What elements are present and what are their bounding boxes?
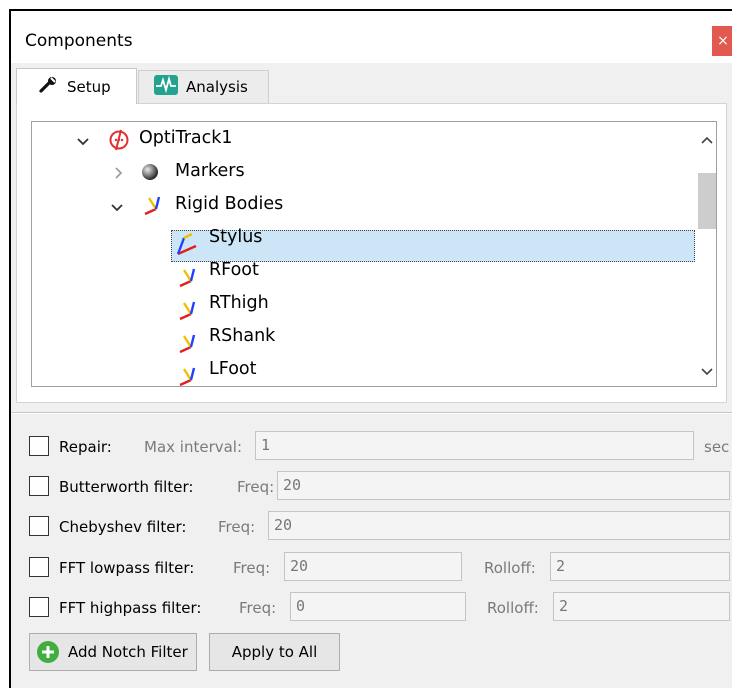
tree-item-lfoot[interactable]: LFoot	[209, 359, 256, 379]
wrench-icon	[39, 76, 59, 97]
fft-lowpass-label: FFT lowpass filter:	[59, 559, 195, 577]
add-notch-filter-label: Add Notch Filter	[68, 643, 188, 661]
scroll-up-icon[interactable]	[698, 134, 716, 149]
apply-to-all-button[interactable]: Apply to All	[209, 633, 340, 671]
waveform-icon	[154, 75, 178, 99]
add-circle-icon	[36, 640, 60, 664]
tree-item-rigid-bodies[interactable]: Rigid Bodies	[175, 194, 283, 214]
fft-lowpass-freq-label: Freq:	[233, 559, 271, 577]
tree-item-optitrack1[interactable]: OptiTrack1	[139, 128, 233, 148]
max-interval-input[interactable]: 1	[255, 431, 694, 460]
chebyshev-freq-input[interactable]: 20	[268, 511, 730, 540]
repair-label: Repair:	[59, 438, 112, 456]
tab-setup[interactable]: Setup	[16, 68, 137, 104]
fft-lowpass-checkbox[interactable]	[29, 557, 49, 577]
fft-highpass-rolloff-label: Rolloff:	[487, 599, 539, 617]
axes-icon	[176, 364, 198, 386]
butterworth-label: Butterworth filter:	[59, 478, 194, 496]
chevron-down-icon[interactable]	[76, 136, 90, 151]
fft-highpass-freq-label: Freq:	[239, 599, 277, 617]
axes-icon	[176, 298, 198, 326]
axes-icon	[176, 331, 198, 359]
repair-checkbox[interactable]	[29, 436, 49, 456]
chebyshev-label: Chebyshev filter:	[59, 518, 187, 536]
scrollbar-thumb[interactable]	[698, 173, 716, 229]
tab-analysis-label: Analysis	[186, 78, 248, 96]
chebyshev-checkbox[interactable]	[29, 516, 49, 536]
fft-highpass-freq-input[interactable]: 0	[290, 592, 466, 621]
butterworth-freq-input[interactable]: 20	[277, 471, 730, 500]
butterworth-freq-label: Freq:	[237, 478, 275, 496]
tree-item-stylus[interactable]: Stylus	[209, 227, 262, 247]
max-interval-label: Max interval:	[144, 438, 243, 456]
fft-lowpass-rolloff-label: Rolloff:	[484, 559, 536, 577]
optitrack-icon	[108, 129, 130, 155]
tree-item-rfoot[interactable]: RFoot	[209, 260, 259, 280]
panel-divider-highlight	[11, 413, 732, 414]
tree-item-markers[interactable]: Markers	[175, 161, 245, 181]
fft-lowpass-freq-input[interactable]: 20	[284, 552, 462, 581]
fft-highpass-rolloff-input[interactable]: 2	[553, 592, 730, 621]
tab-analysis[interactable]: Analysis	[138, 70, 269, 104]
tree-item-rshank[interactable]: RShank	[209, 326, 275, 346]
axes-icon	[176, 265, 198, 293]
axes-icon	[176, 232, 198, 260]
chevron-down-icon[interactable]	[110, 202, 124, 217]
fft-highpass-checkbox[interactable]	[29, 597, 49, 617]
axes-icon	[141, 193, 163, 221]
fft-highpass-label: FFT highpass filter:	[59, 599, 202, 617]
window-title: Components	[25, 31, 133, 51]
scroll-down-icon[interactable]	[698, 366, 716, 381]
fft-lowpass-rolloff-input[interactable]: 2	[550, 552, 730, 581]
sphere-icon	[141, 163, 159, 185]
tab-setup-label: Setup	[67, 77, 111, 96]
seconds-unit: sec	[704, 438, 730, 456]
tree-item-rthigh[interactable]: RThigh	[209, 293, 269, 313]
apply-to-all-label: Apply to All	[231, 643, 318, 661]
components-window: Components × Setup Analysis OptiTrack1 M…	[9, 9, 732, 688]
chebyshev-freq-label: Freq:	[218, 518, 256, 536]
title-bar: Components ×	[11, 11, 732, 63]
chevron-right-icon[interactable]	[114, 166, 124, 184]
component-tree[interactable]: OptiTrack1 Markers Rigid Bodies Stylus R…	[31, 121, 717, 387]
add-notch-filter-button[interactable]: Add Notch Filter	[29, 633, 197, 671]
close-button[interactable]: ×	[712, 26, 732, 56]
butterworth-checkbox[interactable]	[29, 476, 49, 496]
